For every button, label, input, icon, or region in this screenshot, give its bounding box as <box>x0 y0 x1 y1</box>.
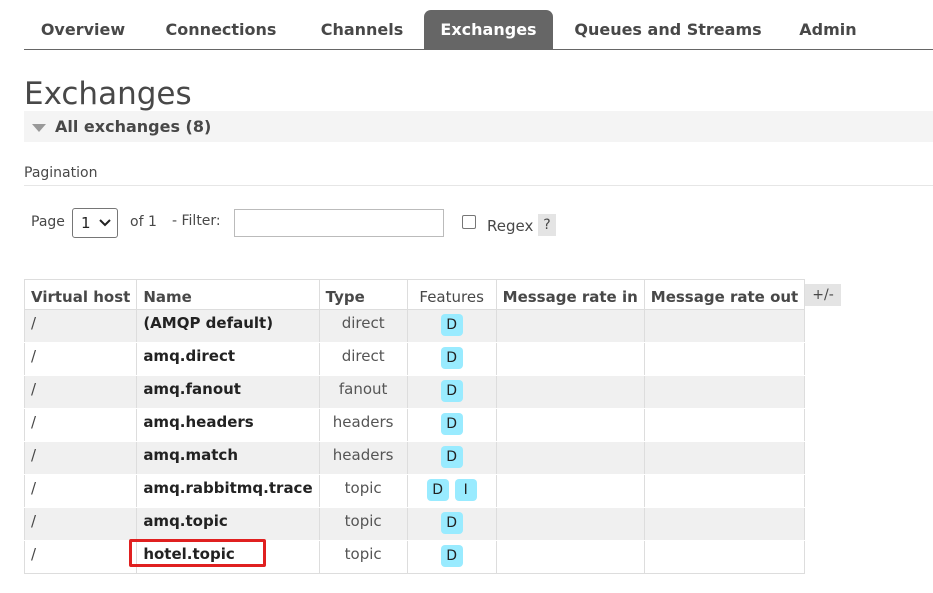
col-features[interactable]: Features <box>406 279 497 310</box>
cell-rate-in <box>495 507 645 541</box>
cell-rate-in <box>495 474 645 508</box>
exchanges-table: Virtual host Name Type Features Message … <box>23 279 806 574</box>
cell-rate-out <box>643 375 806 409</box>
cell-features: D <box>406 342 497 376</box>
tab-overview[interactable]: Overview <box>24 10 142 49</box>
cell-rate-in <box>495 342 645 376</box>
table-row: / (AMQP default) direct D <box>23 309 806 343</box>
cell-vhost: / <box>23 309 138 343</box>
col-type[interactable]: Type <box>318 279 408 310</box>
col-name[interactable]: Name <box>136 279 320 310</box>
feature-badge-durable: D <box>426 479 449 501</box>
col-virtual-host[interactable]: Virtual host <box>23 279 138 310</box>
feature-badge-durable: D <box>440 545 463 567</box>
cell-features: D <box>406 375 497 409</box>
cell-rate-in <box>495 375 645 409</box>
cell-rate-in <box>495 408 645 442</box>
exchange-name-link[interactable]: amq.rabbitmq.trace <box>136 474 320 508</box>
cell-rate-out <box>643 474 806 508</box>
cell-features: D <box>406 507 497 541</box>
cell-type: topic <box>318 540 408 574</box>
cell-features: D <box>406 441 497 475</box>
column-toggle-button[interactable]: +/- <box>805 284 841 306</box>
table-row: / amq.direct direct D <box>23 342 806 376</box>
regex-checkbox[interactable] <box>462 215 476 229</box>
page-select-value: 1 <box>81 214 91 232</box>
filter-label: - Filter: <box>172 213 221 229</box>
cell-type: headers <box>318 441 408 475</box>
regex-label: Regex <box>487 217 534 235</box>
page-label: Page <box>31 214 65 230</box>
feature-badge-durable: D <box>440 380 463 402</box>
cell-vhost: / <box>23 342 138 376</box>
exchange-name-link[interactable]: (AMQP default) <box>136 309 320 343</box>
feature-badge-durable: D <box>440 512 463 534</box>
tab-queues-and-streams[interactable]: Queues and Streams <box>571 10 765 49</box>
exchange-name-link[interactable]: amq.topic <box>136 507 320 541</box>
collapse-triangle-icon <box>32 124 46 132</box>
cell-features: D <box>406 408 497 442</box>
page-count-label: of 1 <box>130 214 157 230</box>
chevron-down-icon <box>99 213 111 243</box>
cell-rate-out <box>643 309 806 343</box>
cell-type: topic <box>318 507 408 541</box>
cell-type: topic <box>318 474 408 508</box>
feature-badge-durable: D <box>440 347 463 369</box>
main-nav: Overview Connections Channels Exchanges … <box>24 10 933 50</box>
cell-vhost: / <box>23 408 138 442</box>
cell-type: fanout <box>318 375 408 409</box>
cell-rate-out <box>643 408 806 442</box>
page-select[interactable]: 1 <box>72 208 118 238</box>
table-row: / amq.headers headers D <box>23 408 806 442</box>
cell-features: DI <box>406 474 497 508</box>
exchange-name-link[interactable]: amq.fanout <box>136 375 320 409</box>
cell-vhost: / <box>23 540 138 574</box>
feature-badge-durable: D <box>440 446 463 468</box>
cell-type: headers <box>318 408 408 442</box>
table-row: / hotel.topic topic D <box>23 540 806 574</box>
col-message-rate-in[interactable]: Message rate in <box>495 279 645 310</box>
tab-channels[interactable]: Channels <box>308 10 416 49</box>
cell-type: direct <box>318 309 408 343</box>
exchange-name-link[interactable]: amq.direct <box>136 342 320 376</box>
all-exchanges-section-toggle[interactable]: All exchanges (8) <box>24 111 933 142</box>
exchange-name-link[interactable]: amq.match <box>136 441 320 475</box>
filter-input[interactable] <box>234 209 444 237</box>
cell-rate-out <box>643 540 806 574</box>
table-row: / amq.match headers D <box>23 441 806 475</box>
feature-badge-durable: D <box>440 314 463 336</box>
feature-badge-internal: I <box>454 479 477 501</box>
cell-rate-in <box>495 540 645 574</box>
regex-help-button[interactable]: ? <box>538 214 556 236</box>
table-row: / amq.topic topic D <box>23 507 806 541</box>
cell-rate-out <box>643 507 806 541</box>
cell-vhost: / <box>23 474 138 508</box>
cell-features: D <box>406 540 497 574</box>
table-row: / amq.fanout fanout D <box>23 375 806 409</box>
cell-rate-in <box>495 309 645 343</box>
table-header-row: Virtual host Name Type Features Message … <box>23 279 806 310</box>
tab-connections[interactable]: Connections <box>152 10 290 49</box>
pagination-divider <box>24 185 933 186</box>
page-title: Exchanges <box>24 76 192 112</box>
cell-vhost: / <box>23 441 138 475</box>
exchange-name-link[interactable]: amq.headers <box>136 408 320 442</box>
col-message-rate-out[interactable]: Message rate out <box>643 279 806 310</box>
tab-exchanges[interactable]: Exchanges <box>424 10 553 49</box>
feature-badge-durable: D <box>440 413 463 435</box>
pagination-heading: Pagination <box>24 165 98 181</box>
exchange-name-link[interactable]: hotel.topic <box>136 540 320 574</box>
cell-rate-out <box>643 342 806 376</box>
section-label: All exchanges (8) <box>55 117 212 136</box>
cell-rate-in <box>495 441 645 475</box>
table-row: / amq.rabbitmq.trace topic DI <box>23 474 806 508</box>
cell-rate-out <box>643 441 806 475</box>
cell-features: D <box>406 309 497 343</box>
cell-type: direct <box>318 342 408 376</box>
cell-vhost: / <box>23 507 138 541</box>
tab-admin[interactable]: Admin <box>788 10 868 49</box>
cell-vhost: / <box>23 375 138 409</box>
